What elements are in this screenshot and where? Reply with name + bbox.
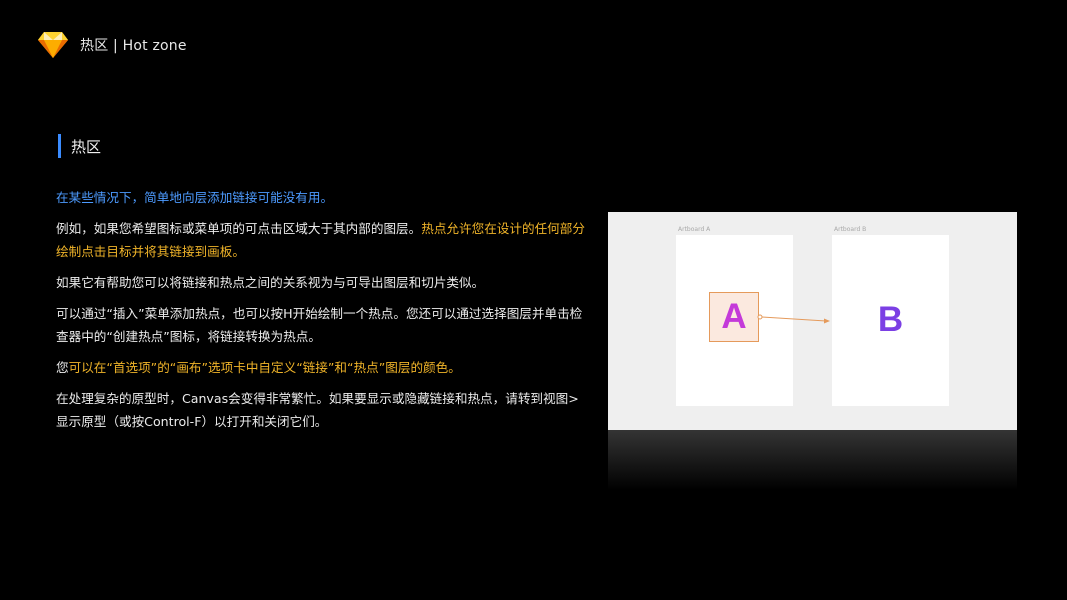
paragraph-5-highlight: 可以在“首选项”的“画布”选项卡中自定义“链接”和“热点”图层的颜色。: [68, 360, 461, 375]
section-accent-bar: [58, 134, 61, 158]
paragraph-5-text: 您: [56, 360, 69, 375]
paragraph-4: 可以通过“插入”菜单添加热点，也可以按H开始绘制一个热点。您还可以通过选择图层并…: [56, 302, 586, 348]
header: 热区 | Hot zone: [38, 30, 187, 60]
link-arrow: [757, 314, 830, 324]
paragraph-1-text: 在某些情况下，简单地向层添加链接可能没有用。: [56, 190, 334, 205]
paragraph-2: 例如，如果您希望图标或菜单项的可点击区域大于其内部的图层。热点允许您在设计的任何…: [56, 217, 586, 263]
paragraph-3: 如果它有帮助您可以将链接和热点之间的关系视为与可导出图层和切片类似。: [56, 271, 586, 294]
hotspot-illustration: Artboard A Artboard B A B: [608, 212, 1017, 430]
paragraph-4-text: 可以通过“插入”菜单添加热点，也可以按H开始绘制一个热点。您还可以通过选择图层并…: [56, 306, 583, 344]
section-heading: 热区: [58, 134, 101, 158]
paragraph-5: 您可以在“首选项”的“画布”选项卡中自定义“链接”和“热点”图层的颜色。: [56, 356, 586, 379]
illustration-reflection: [608, 430, 1017, 490]
paragraph-3-text: 如果它有帮助您可以将链接和热点之间的关系视为与可导出图层和切片类似。: [56, 275, 485, 290]
paragraph-2-text: 例如，如果您希望图标或菜单项的可点击区域大于其内部的图层。: [56, 221, 422, 236]
link-line: [761, 316, 827, 322]
sketch-diamond-icon: [38, 32, 68, 58]
header-title: 热区 | Hot zone: [80, 38, 187, 54]
link-arrowhead: [824, 318, 830, 324]
description-text: 在某些情况下，简单地向层添加链接可能没有用。 例如，如果您希望图标或菜单项的可点…: [56, 186, 586, 441]
paragraph-6-text: 在处理复杂的原型时，Canvas会变得非常繁忙。如果要显示或隐藏链接和热点，请转…: [56, 391, 579, 429]
paragraph-1: 在某些情况下，简单地向层添加链接可能没有用。: [56, 186, 586, 209]
canvas-preview: Artboard A Artboard B A B: [608, 212, 1017, 430]
link-start-dot: [757, 314, 763, 320]
section-title: 热区: [71, 137, 102, 156]
paragraph-6: 在处理复杂的原型时，Canvas会变得非常繁忙。如果要显示或隐藏链接和热点，请转…: [56, 387, 586, 433]
